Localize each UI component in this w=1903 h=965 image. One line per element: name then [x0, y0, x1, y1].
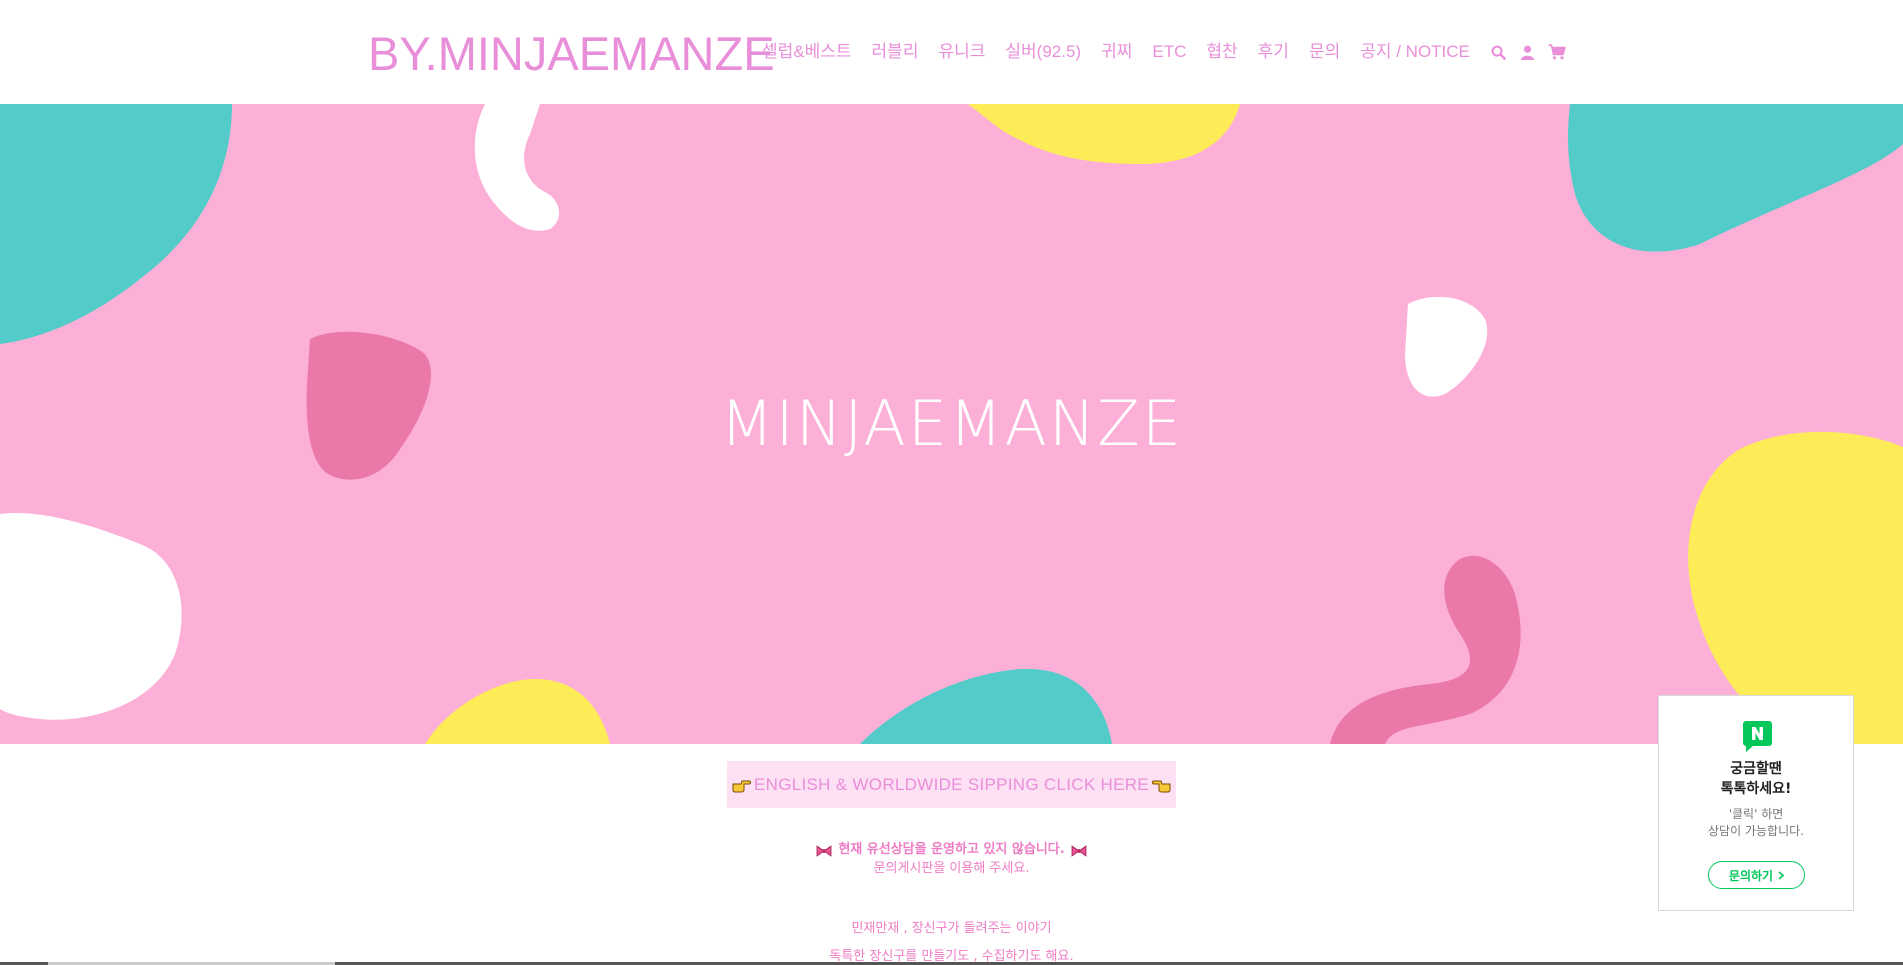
notice-line-1: 현재 유선상담을 운영하고 있지 않습니다. — [838, 842, 1065, 857]
ribbon-icon — [816, 844, 832, 857]
header-icons — [1490, 43, 1577, 61]
nav-item-reviews[interactable]: 후기 — [1258, 40, 1289, 64]
nav-item-celeb-best[interactable]: 셀럽&베스트 — [762, 40, 852, 64]
story-line-1: 민재만재 , 장신구가 들려주는 이야기 — [851, 921, 1052, 936]
naver-talk-icon — [1743, 721, 1772, 752]
naver-talk-widget[interactable]: 궁금할땐 톡톡하세요! '클릭' 하면 상담이 가능합니다. 문의하기 — [1658, 695, 1854, 911]
user-icon[interactable] — [1519, 43, 1537, 61]
talk-subtitle: '클릭' 하면 상담이 가능합니다. — [1708, 807, 1804, 838]
main-nav: 셀럽&베스트 러블리 유니크 실버(92.5) 귀찌 ETC 협찬 후기 문의 … — [762, 40, 1577, 64]
talk-button-label: 문의하기 — [1728, 868, 1774, 883]
nav-item-notice[interactable]: 공지 / NOTICE — [1360, 40, 1470, 64]
nav-item-etc[interactable]: ETC — [1152, 40, 1186, 64]
nav-item-sponsor[interactable]: 협찬 — [1206, 40, 1237, 64]
nav-item-inquiry[interactable]: 문의 — [1309, 40, 1340, 64]
search-icon[interactable] — [1490, 43, 1508, 61]
nav-item-silver[interactable]: 실버(92.5) — [1005, 40, 1081, 64]
nav-item-unique[interactable]: 유니크 — [938, 40, 985, 64]
pointing-hand-left-icon — [1151, 778, 1171, 792]
phone-support-notice: 현재 유선상담을 운영하고 있지 않습니다. 문의게시판을 이용해 주세요. — [0, 840, 1903, 878]
site-logo[interactable]: BY.MINJAEMANZE — [368, 26, 775, 82]
pointing-hand-right-icon — [732, 778, 752, 792]
chevron-right-icon — [1778, 870, 1785, 880]
notice-line-2: 문의게시판을 이용해 주세요. — [873, 861, 1030, 876]
talk-title: 궁금할땐 톡톡하세요! — [1720, 761, 1792, 797]
nav-item-ear-cuff[interactable]: 귀찌 — [1101, 40, 1132, 64]
brand-story: 민재만재 , 장신구가 들려주는 이야기 독특한 장신구를 만들기도 , 수집하… — [0, 915, 1903, 965]
english-button-label: ENGLISH & WORLDWIDE SIPPING CLICK HERE — [754, 774, 1149, 794]
site-header: BY.MINJAEMANZE 셀럽&베스트 러블리 유니크 실버(92.5) 귀… — [0, 0, 1903, 104]
cart-icon[interactable] — [1548, 43, 1566, 61]
talk-inquiry-button[interactable]: 문의하기 — [1708, 861, 1805, 889]
ribbon-icon — [1071, 844, 1087, 857]
hero-title: MINJAEMANZE — [720, 387, 1183, 460]
nav-item-lovely[interactable]: 러블리 — [872, 40, 919, 64]
hero-banner: MINJAEMANZE — [0, 104, 1903, 744]
english-worldwide-button[interactable]: ENGLISH & WORLDWIDE SIPPING CLICK HERE — [727, 761, 1176, 808]
